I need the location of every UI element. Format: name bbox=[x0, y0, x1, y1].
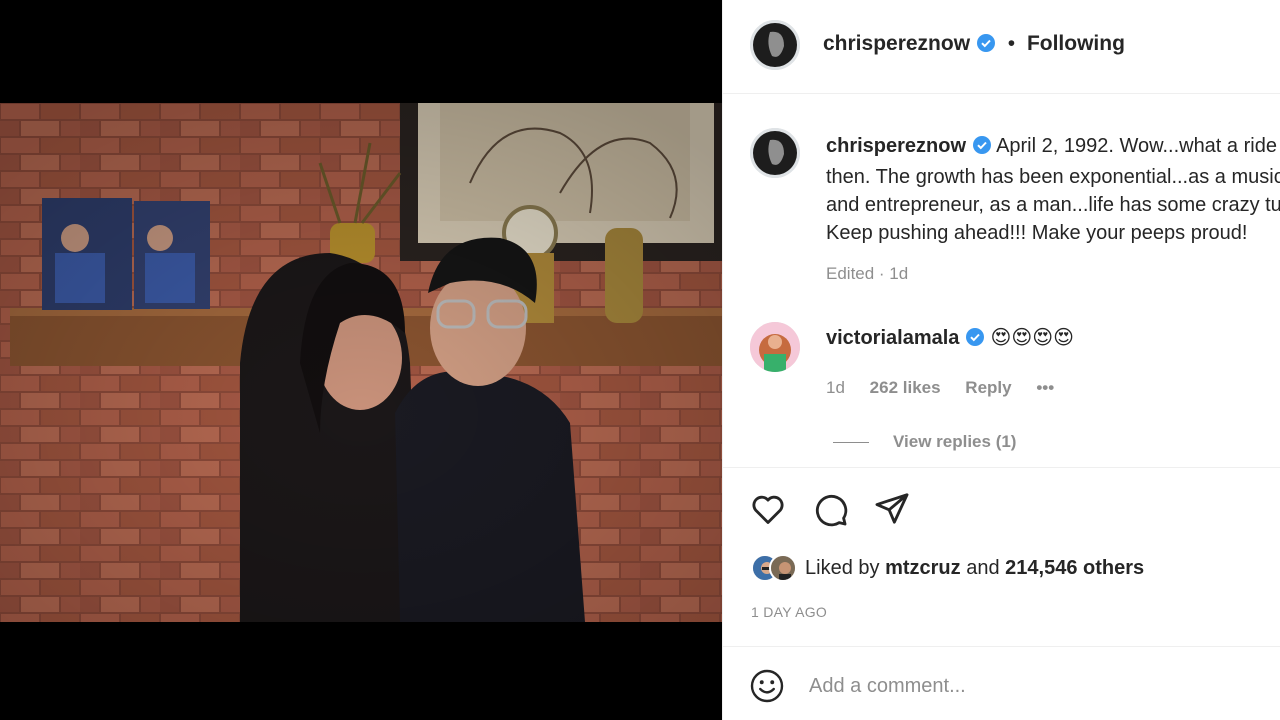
commenter-avatar[interactable] bbox=[750, 322, 800, 372]
comment-meta: 1d 262 likes Reply ••• bbox=[826, 378, 1074, 398]
comment-input[interactable] bbox=[809, 669, 1249, 703]
author-avatar[interactable] bbox=[750, 20, 800, 70]
add-comment-bar bbox=[723, 646, 1280, 720]
liked-by-label: Liked by bbox=[805, 556, 880, 579]
actions-divider bbox=[723, 467, 1280, 468]
photo-image bbox=[0, 103, 722, 622]
likes-row: Liked by mtzcruz and 214,546 others bbox=[751, 554, 1144, 582]
header-line: chrispereznow • Following bbox=[823, 32, 1125, 59]
caption-text: chrispereznow April 2, 1992. Wow...what … bbox=[826, 132, 1280, 247]
post-media bbox=[0, 0, 722, 720]
emoji-icon[interactable] bbox=[749, 668, 785, 704]
caption-username[interactable]: chrispereznow bbox=[826, 135, 966, 157]
liked-by-user[interactable]: mtzcruz bbox=[885, 557, 961, 579]
reply-button[interactable]: Reply bbox=[965, 378, 1011, 397]
verified-badge-icon bbox=[972, 135, 992, 163]
caption-avatar[interactable] bbox=[750, 128, 800, 178]
author-username[interactable]: chrispereznow bbox=[823, 32, 970, 55]
post-header: chrispereznow • Following bbox=[723, 0, 1280, 94]
comment-more-button[interactable]: ••• bbox=[1036, 378, 1054, 397]
comment-icon[interactable] bbox=[811, 490, 849, 528]
likes-text: Liked by mtzcruz and 214,546 others bbox=[805, 557, 1144, 580]
view-replies-line bbox=[833, 442, 869, 444]
comment-text: 😍😍😍😍 bbox=[990, 327, 1074, 349]
commenter-username[interactable]: victorialamala bbox=[826, 327, 959, 349]
comment-line: victorialamala 😍😍😍😍 bbox=[826, 325, 1074, 353]
verified-badge-icon bbox=[976, 33, 996, 59]
share-icon[interactable] bbox=[873, 490, 911, 528]
view-replies-button[interactable]: View replies (1) bbox=[833, 432, 1016, 452]
action-bar bbox=[749, 490, 911, 528]
comment-likes[interactable]: 262 likes bbox=[870, 378, 941, 397]
comment-age: 1d bbox=[826, 378, 845, 397]
view-replies-label: View replies (1) bbox=[893, 432, 1017, 451]
post-side-panel: chrispereznow • Following chrispereznow … bbox=[722, 0, 1280, 720]
liker-avatar[interactable] bbox=[769, 554, 797, 582]
verified-badge-icon bbox=[965, 327, 985, 353]
post-timestamp: 1 DAY AGO bbox=[751, 604, 828, 620]
following-button[interactable]: Following bbox=[1027, 32, 1125, 55]
separator-dot: • bbox=[1007, 32, 1016, 55]
likes-others[interactable]: 214,546 others bbox=[1005, 557, 1144, 579]
heart-icon[interactable] bbox=[749, 490, 787, 528]
caption-edited: Edited · 1d bbox=[826, 264, 909, 283]
post-photo[interactable] bbox=[0, 103, 722, 622]
likes-and: and bbox=[966, 556, 1000, 579]
